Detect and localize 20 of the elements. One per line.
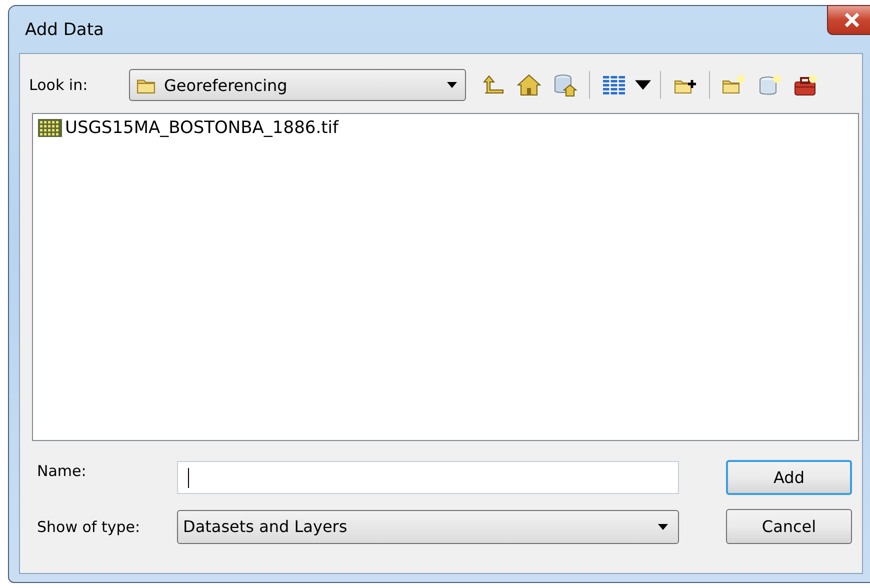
type-label: Show of type: [36, 518, 142, 536]
table-view-icon [602, 73, 626, 97]
database-house-icon [553, 73, 577, 97]
house-icon [517, 73, 541, 97]
new-database-icon [758, 73, 782, 97]
cancel-button[interactable]: Cancel [726, 509, 852, 544]
type-dropdown[interactable]: Datasets and Layers [177, 510, 679, 544]
dropdown-caret-icon [447, 82, 457, 88]
raster-grid-icon [37, 117, 63, 139]
window-title: Add Data [25, 20, 104, 40]
dropdown-caret-icon [658, 524, 668, 530]
file-item[interactable]: USGS15MA_BOSTONBA_1886.tif [37, 117, 338, 139]
toolbox-icon [794, 73, 818, 97]
close-icon [844, 13, 860, 27]
look-in-label: Look in: [29, 76, 89, 94]
add-button[interactable]: Add [726, 460, 852, 495]
look-in-dropdown[interactable]: Georeferencing [129, 69, 466, 101]
name-input[interactable] [177, 461, 679, 494]
name-label: Name: [36, 462, 88, 480]
close-button[interactable] [827, 5, 870, 35]
